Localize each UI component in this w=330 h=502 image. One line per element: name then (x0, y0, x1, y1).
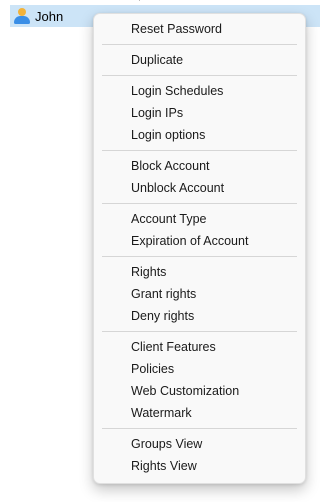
menu-separator (102, 75, 297, 76)
page: John Reset Password Duplicate Login Schedu… (0, 0, 330, 502)
menu-item-account-type[interactable]: Account Type (94, 208, 305, 230)
menu-item-duplicate[interactable]: Duplicate (94, 49, 305, 71)
menu-item-login-ips[interactable]: Login IPs (94, 102, 305, 124)
menu-separator (102, 203, 297, 204)
menu-item-groups-view[interactable]: Groups View (94, 433, 305, 455)
menu-separator (102, 428, 297, 429)
menu-item-watermark[interactable]: Watermark (94, 402, 305, 424)
context-menu: Reset Password Duplicate Login Schedules Lo… (93, 13, 306, 484)
menu-item-web-customization[interactable]: Web Customization (94, 380, 305, 402)
menu-separator (102, 331, 297, 332)
menu-item-expiration-of-account[interactable]: Expiration of Account (94, 230, 305, 252)
menu-separator (102, 150, 297, 151)
menu-item-login-schedules[interactable]: Login Schedules (94, 80, 305, 102)
menu-item-rights-view[interactable]: Rights View (94, 455, 305, 477)
menu-item-client-features[interactable]: Client Features (94, 336, 305, 358)
menu-item-block-account[interactable]: Block Account (94, 155, 305, 177)
menu-item-deny-rights[interactable]: Deny rights (94, 305, 305, 327)
menu-item-rights[interactable]: Rights (94, 261, 305, 283)
menu-item-policies[interactable]: Policies (94, 358, 305, 380)
menu-separator (102, 256, 297, 257)
tree-item-label: John (35, 8, 64, 24)
user-icon (13, 7, 31, 25)
menu-item-unblock-account[interactable]: Unblock Account (94, 177, 305, 199)
menu-item-reset-password[interactable]: Reset Password (94, 18, 305, 40)
menu-item-grant-rights[interactable]: Grant rights (94, 283, 305, 305)
menu-item-login-options[interactable]: Login options (94, 124, 305, 146)
tree-row-above[interactable] (12, 0, 322, 2)
menu-separator (102, 44, 297, 45)
